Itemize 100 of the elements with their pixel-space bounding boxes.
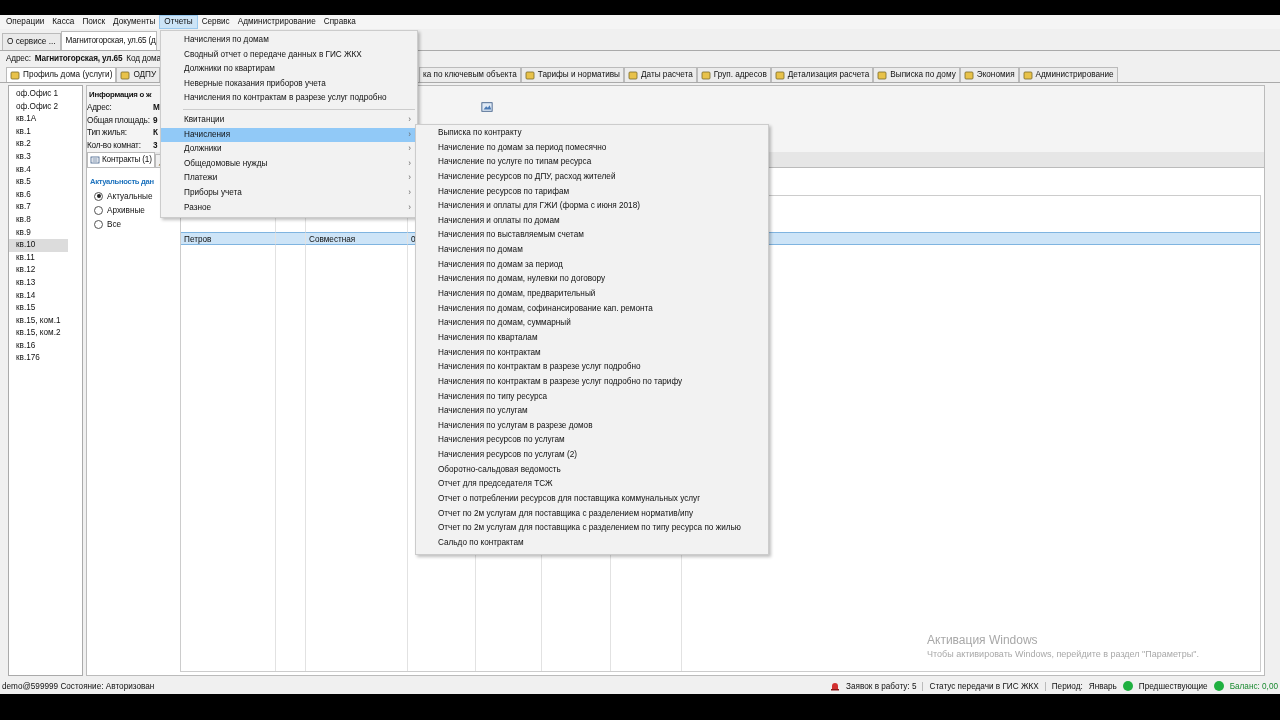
menu-bar-item[interactable]: Отчеты	[159, 15, 198, 29]
tab[interactable]: Выписка по дому	[873, 67, 960, 82]
apartment-item[interactable]: кв.12	[9, 264, 68, 277]
menu-item[interactable]: Отчет по 2м услугам для поставщика с разделением норматив/ипу	[416, 506, 768, 522]
menu-item[interactable]: Начисления по домам, предварительный	[416, 287, 768, 302]
menu-bar-item[interactable]: Справка	[319, 16, 360, 28]
menu-item[interactable]: Отчет по 2м услугам для поставщика с разделением по типу ресурса по жилью	[416, 521, 768, 536]
menu-item[interactable]: Начисление по услуге по типам ресурса	[416, 155, 768, 170]
menu-item[interactable]: Начисление ресурсов по ДПУ, расход жителей	[416, 169, 768, 185]
menu-item[interactable]: Начисления по услугам	[416, 404, 768, 419]
apartment-item[interactable]: кв.13	[9, 276, 68, 290]
tab[interactable]: Экономия	[959, 67, 1019, 82]
requests-count[interactable]: Заявок в работу: 5	[846, 681, 924, 691]
menu-item[interactable]: Начисления по домам, софинансирование кап. ремонта	[416, 301, 768, 317]
apartment-item[interactable]: кв.15, ком.2	[9, 327, 68, 340]
apartment-item[interactable]: кв.1	[9, 125, 68, 139]
tab[interactable]: Профиль дома (услуги)	[6, 67, 117, 82]
apartment-item[interactable]: кв.7	[9, 201, 68, 214]
menu-bar-item[interactable]: Сервис	[197, 16, 234, 28]
menu-item[interactable]: Начисления ресурсов по услугам (2)	[416, 448, 768, 463]
menu-item[interactable]: Выписка по контракту	[416, 126, 768, 141]
gis-status[interactable]: Статус передачи в ГИС ЖКХ	[929, 681, 1046, 691]
apartment-item[interactable]: кв.10	[9, 239, 68, 252]
apartment-item[interactable]: оф.Офис 2	[9, 100, 68, 114]
apartment-item[interactable]: кв.1А	[9, 113, 68, 126]
apartment-item[interactable]: кв.6	[9, 188, 68, 202]
apartment-item[interactable]: кв.176	[9, 352, 68, 366]
menu-item[interactable]: Начисления по домам за период	[416, 257, 768, 273]
tab[interactable]: Администрирование	[1018, 67, 1118, 82]
apartment-item[interactable]: кв.11	[9, 251, 68, 265]
menu-item[interactable]: Должники по квартирам	[161, 62, 417, 77]
menu-item[interactable]: Начисления по домам	[161, 33, 417, 48]
menu-item[interactable]: Начисление по домам за период помесячно	[416, 140, 768, 156]
radio-button[interactable]	[94, 205, 103, 215]
tab[interactable]: Даты расчета	[624, 67, 697, 82]
menu-item[interactable]: Начисления по домам, нулевки по договору	[416, 272, 768, 288]
menu-item[interactable]: Начисления по домам	[416, 243, 768, 258]
alarm-icon	[830, 681, 841, 691]
menu-bar-item[interactable]: Администрирование	[233, 16, 320, 28]
menu-item[interactable]: Приборы учета ›	[161, 185, 417, 201]
radio-option[interactable]: Архивные	[90, 203, 145, 217]
tab[interactable]: Тарифы и нормативы	[520, 67, 624, 82]
menu-bar-item[interactable]: Поиск	[78, 16, 110, 28]
menu-item[interactable]: Начисления по контрактам в разрезе услуг подробно по тарифу	[416, 374, 768, 390]
document-tab[interactable]: Магнитогорская, ул.65 (д	[60, 31, 157, 50]
menu-item[interactable]: Сальдо по контрактам	[416, 535, 768, 551]
menu-item[interactable]: Начисления и оплаты по домам	[416, 213, 768, 229]
menu-item[interactable]: Начисления по кварталам	[416, 330, 768, 346]
apartment-item[interactable]: кв.8	[9, 213, 68, 227]
tab[interactable]: Контракты (1)	[87, 152, 155, 167]
document-tab[interactable]: О сервисе ...	[2, 33, 61, 50]
tab[interactable]: Груп. адресов	[696, 67, 771, 82]
menu-item[interactable]: Должники ›	[161, 142, 417, 157]
menu-item[interactable]: Начисления по типу ресурса	[416, 389, 768, 405]
menu-item[interactable]: Начисления по контрактам	[416, 345, 768, 361]
radio-button[interactable]	[94, 191, 103, 201]
menu-item[interactable]: Начисления ресурсов по услугам	[416, 433, 768, 449]
menu-item[interactable]: Начисления по услугам в разрезе домов	[416, 418, 768, 434]
radio-option[interactable]: Актуальные	[90, 189, 153, 203]
apartment-item[interactable]: оф.Офис 1	[9, 88, 68, 101]
menu-item[interactable]: Разное ›	[161, 200, 417, 216]
menu-item[interactable]: Начисления по домам, суммарный	[416, 316, 768, 331]
menu-item[interactable]: Общедомовые нужды ›	[161, 156, 417, 172]
apartment-item[interactable]: кв.15, ком.1	[9, 314, 68, 328]
menu-item[interactable]: Начисления ›	[161, 127, 417, 143]
tab[interactable]: ОДПУ	[116, 67, 161, 82]
menu-item[interactable]: Квитанции ›	[161, 112, 417, 128]
apartment-item[interactable]: кв.9	[9, 226, 68, 240]
apartment-item[interactable]: кв.5	[9, 176, 68, 189]
apartment-item[interactable]: кв.2	[9, 138, 68, 151]
apartment-item[interactable]: кв.15	[9, 302, 68, 315]
menu-bar-item[interactable]: Операции	[2, 16, 49, 28]
activation-text: Чтобы активировать Windows, перейдите в раздел "Параметры".	[927, 649, 1199, 659]
menu-item[interactable]: Платежи ›	[161, 171, 417, 186]
menu-item[interactable]: Начисления и оплаты для ГЖИ (форма с июня 2018)	[416, 199, 768, 214]
status-text: Предшествующие	[1138, 681, 1208, 691]
menu-item[interactable]: Начисления по контрактам в разрезе услуг подробно	[161, 91, 417, 106]
info-label: Адрес:	[87, 102, 113, 114]
menu-bar-item[interactable]: Документы	[109, 16, 160, 28]
menu-item[interactable]: Отчет о потреблении ресурсов для поставщика коммунальных услуг	[416, 492, 768, 507]
tab[interactable]: ка по ключевым объекта	[419, 67, 521, 82]
menu-item[interactable]: Неверные показания приборов учета	[161, 76, 417, 92]
menu-bar-item[interactable]: Касса	[48, 16, 79, 28]
tab[interactable]: Детализация расчета	[770, 67, 874, 82]
image-icon[interactable]	[481, 101, 493, 113]
apartment-item[interactable]: кв.4	[9, 163, 68, 177]
menu-item[interactable]: Оборотно-сальдовая ведомость	[416, 462, 768, 478]
apartment-item[interactable]: кв.14	[9, 289, 68, 303]
info-value: М	[153, 102, 160, 114]
tab-icon	[963, 70, 974, 80]
apartment-item[interactable]: кв.3	[9, 150, 68, 164]
menu-item[interactable]: Сводный отчет о передаче данных в ГИС ЖКХ	[161, 47, 417, 63]
menu-item[interactable]: Отчет для председателя ТСЖ	[416, 477, 768, 492]
menu-item[interactable]: Начисление ресурсов по тарифам	[416, 184, 768, 200]
menu-item[interactable]: Начисления по контрактам в разрезе услуг подробно	[416, 360, 768, 375]
radio-button[interactable]	[94, 219, 103, 229]
radio-option[interactable]: Все	[90, 217, 122, 231]
tab-icon	[1022, 70, 1033, 80]
table-cell	[276, 232, 306, 245]
apartment-item[interactable]: кв.16	[9, 339, 68, 353]
